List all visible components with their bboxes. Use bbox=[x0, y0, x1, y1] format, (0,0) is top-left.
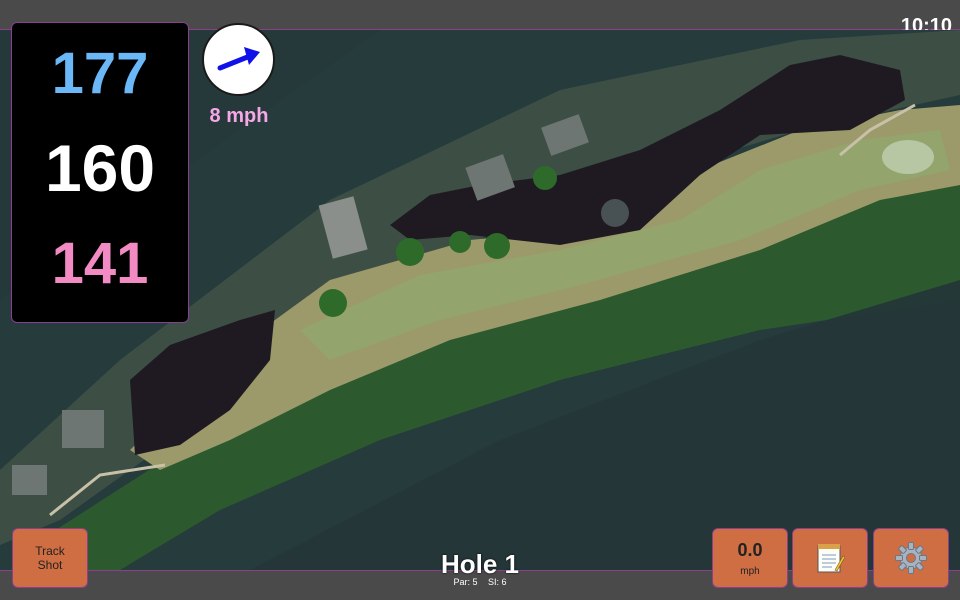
hole-title: Hole 1 bbox=[440, 549, 520, 579]
hole-meta: Par: 5 SI: 6 bbox=[380, 577, 580, 587]
speed-button[interactable]: 0.0 mph bbox=[712, 528, 788, 588]
distance-panel: 177 160 141 bbox=[11, 22, 189, 323]
wind-direction-dial bbox=[202, 23, 275, 96]
speed-value: 0.0 bbox=[737, 539, 763, 560]
notes-button[interactable] bbox=[792, 528, 868, 588]
settings-button[interactable] bbox=[873, 528, 949, 588]
wind-speed: 8 mph bbox=[209, 105, 269, 127]
notepad-icon bbox=[817, 544, 845, 573]
hole-stroke-index: SI: 6 bbox=[488, 577, 507, 587]
middle-distance: 160 bbox=[44, 131, 156, 205]
track-shot-button[interactable]: Track Shot bbox=[12, 528, 88, 588]
gear-icon bbox=[895, 542, 927, 574]
track-shot-label-line2: Shot bbox=[37, 558, 63, 572]
speed-unit: mph bbox=[740, 565, 760, 577]
hole-par: Par: 5 bbox=[453, 577, 478, 587]
back-distance: 177 bbox=[51, 41, 149, 106]
track-shot-label-line1: Track bbox=[35, 544, 65, 558]
front-distance: 141 bbox=[51, 231, 149, 296]
wind-direction-arrow-icon bbox=[217, 47, 260, 71]
